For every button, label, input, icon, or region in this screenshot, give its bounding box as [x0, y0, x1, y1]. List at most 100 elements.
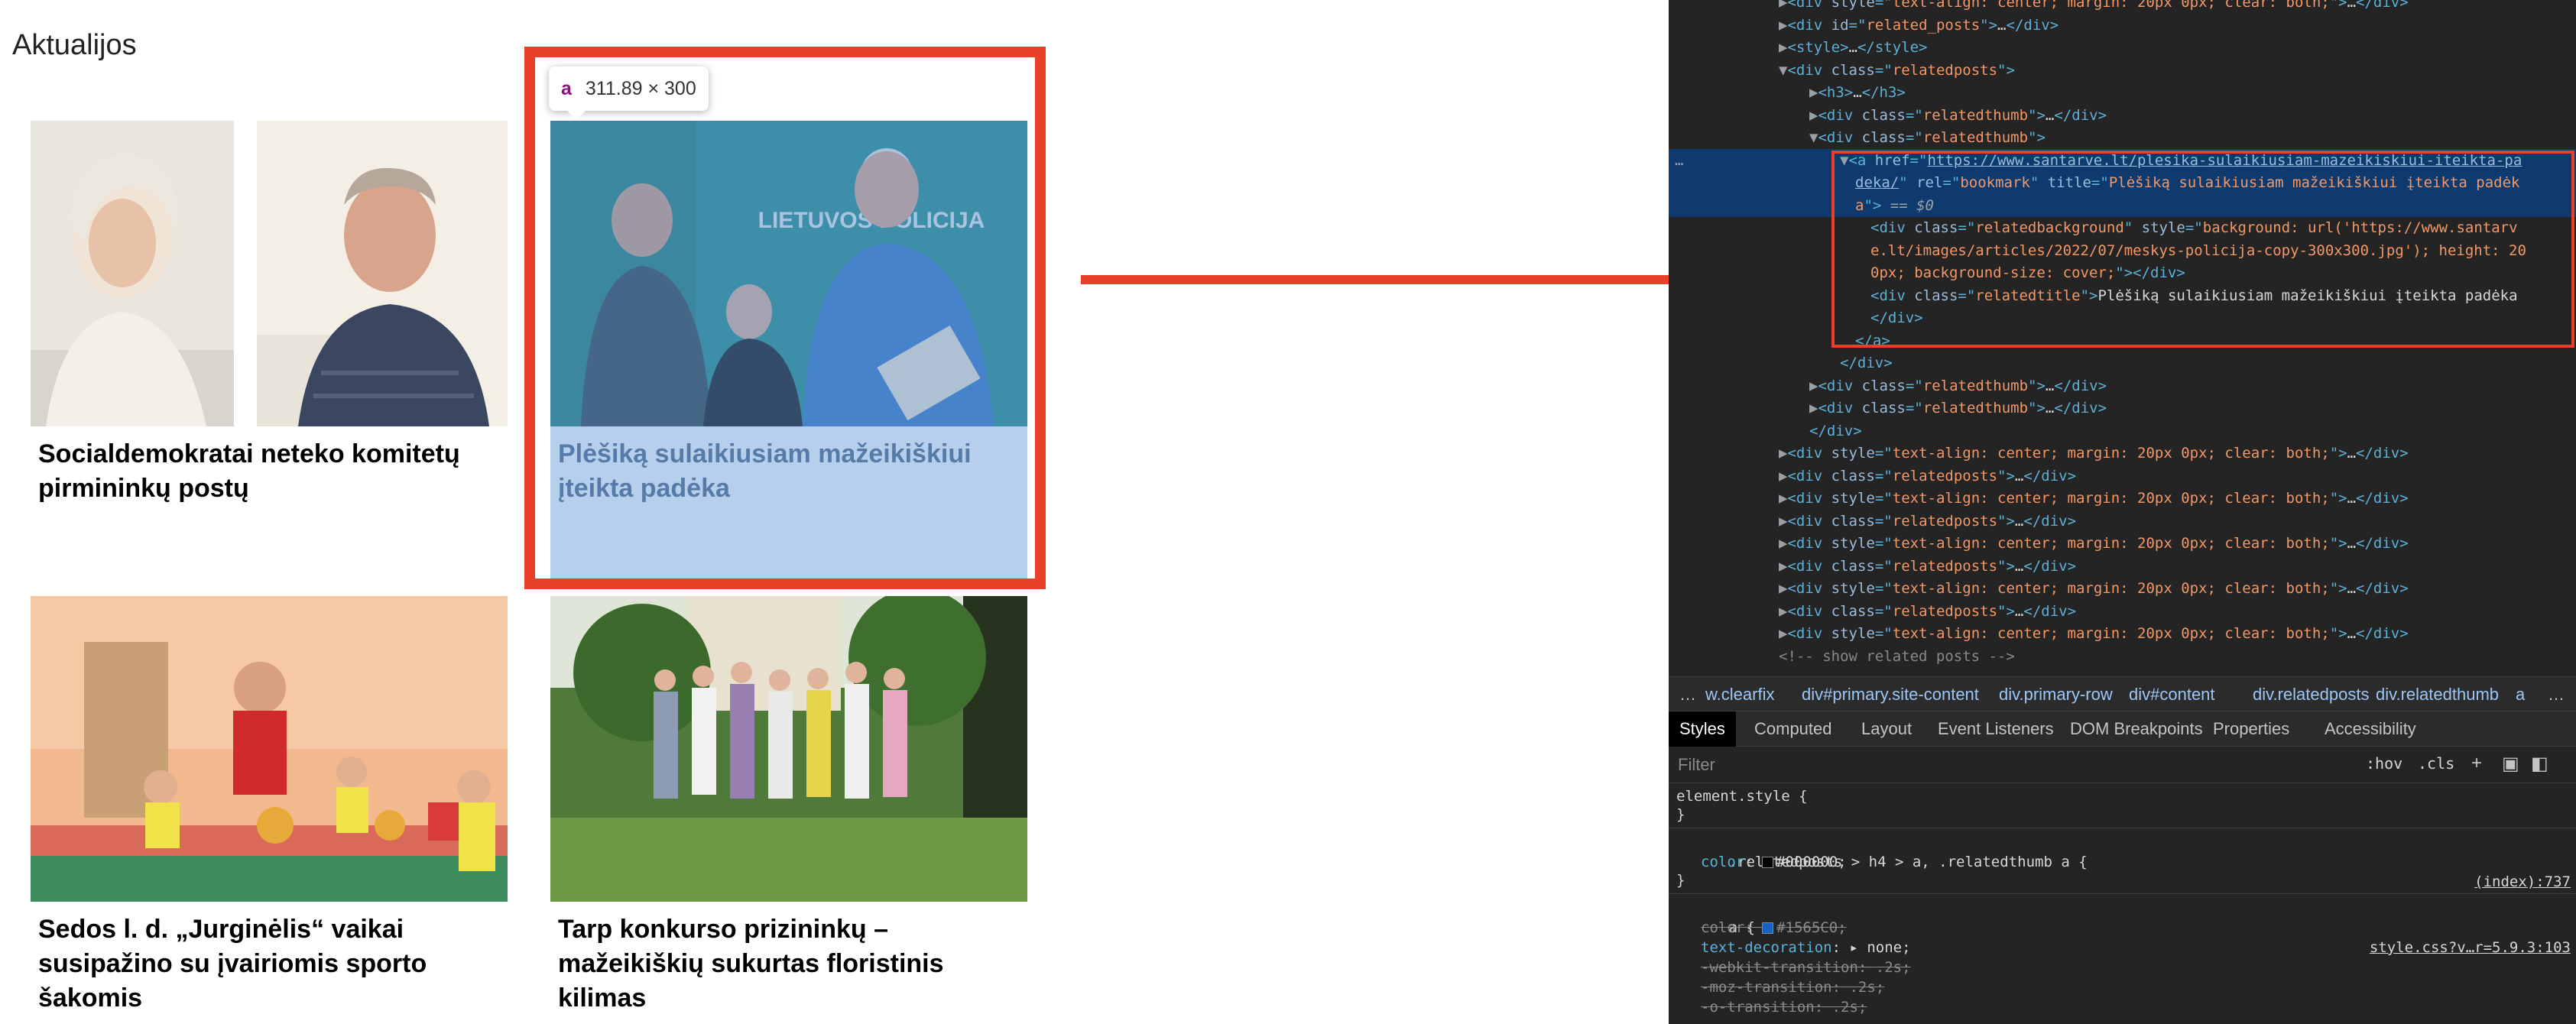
- node-actions-icon[interactable]: …: [1675, 149, 1683, 172]
- dom-node[interactable]: ▶<div class="relatedposts">…</div>: [1669, 555, 2576, 578]
- thumb-title-3[interactable]: Sedos l. d. „Jurginėlis“ vaikai susipaži…: [38, 912, 497, 1016]
- expand-triangle-icon[interactable]: ▶: [1779, 625, 1787, 642]
- tab-styles[interactable]: Styles: [1669, 711, 1736, 747]
- collapse-triangle-icon[interactable]: ▼: [1779, 62, 1787, 79]
- dom-token: =": [1848, 16, 1867, 34]
- expand-triangle-icon[interactable]: ▶: [1779, 558, 1787, 575]
- dom-node[interactable]: ▶<div class="relatedposts">…</div>: [1669, 510, 2576, 533]
- dom-token: ">: [2028, 377, 2046, 394]
- breadcrumb-item[interactable]: w.clearfix: [1705, 677, 1774, 712]
- tab-computed[interactable]: Computed: [1754, 711, 1832, 747]
- expand-triangle-icon[interactable]: ▶: [1779, 468, 1787, 484]
- collapse-triangle-icon[interactable]: ▼: [1809, 129, 1818, 146]
- rule2-moz-decl[interactable]: -moz-transition: .2s;: [1701, 977, 1884, 997]
- thumb-image-4[interactable]: [550, 596, 1027, 902]
- dom-token: =": [1874, 490, 1893, 507]
- expand-triangle-icon[interactable]: ▶: [1779, 445, 1787, 462]
- dom-node[interactable]: <!-- show related posts -->: [1669, 645, 2576, 668]
- add-rule-icon[interactable]: +: [2471, 753, 2482, 774]
- expand-triangle-icon[interactable]: ▶: [1779, 580, 1787, 597]
- rule1-source-link[interactable]: (index):737: [2474, 872, 2571, 892]
- expand-triangle-icon[interactable]: ▶: [1809, 107, 1818, 124]
- thumb-image-3[interactable]: [31, 596, 508, 902]
- element-style-rule[interactable]: element.style {: [1676, 786, 1808, 806]
- tab-properties[interactable]: Properties: [2213, 711, 2289, 747]
- expand-triangle-icon[interactable]: ▶: [1809, 400, 1818, 416]
- tab-event-listeners[interactable]: Event Listeners: [1938, 711, 2054, 747]
- dom-node[interactable]: ▶<div style="text-align: center; margin:…: [1669, 442, 2576, 465]
- rule2-color-decl[interactable]: color: #1565C0;: [1701, 918, 1847, 938]
- tab-layout[interactable]: Layout: [1861, 711, 1912, 747]
- dom-token: <div: [1787, 602, 1831, 620]
- thumb-image-1[interactable]: [31, 121, 508, 426]
- expand-triangle-icon[interactable]: ▶: [1779, 513, 1787, 530]
- rule1-color-decl[interactable]: color: #000000;: [1701, 852, 1847, 872]
- dom-node[interactable]: ▶<style>…</style>: [1669, 36, 2576, 59]
- dom-token: style: [1831, 445, 1875, 462]
- expand-triangle-icon[interactable]: ▶: [1809, 378, 1818, 394]
- dom-node[interactable]: ▶<div class="relatedthumb">…</div>: [1669, 397, 2576, 420]
- rule2-decoration-decl[interactable]: text-decoration: ▸ none;: [1701, 938, 1911, 958]
- dom-node[interactable]: ▶<div class="relatedthumb">…</div>: [1669, 104, 2576, 127]
- breadcrumb-item[interactable]: a: [2516, 677, 2525, 712]
- rule2-source-link[interactable]: style.css?v…r=5.9.3:103: [2370, 938, 2571, 958]
- class-toggle-button[interactable]: .cls: [2418, 754, 2454, 773]
- dom-node[interactable]: ▶<h3>…</h3>: [1669, 81, 2576, 104]
- expand-triangle-icon[interactable]: ▶: [1809, 84, 1818, 101]
- dom-node[interactable]: ▼<div class="relatedthumb">: [1669, 126, 2576, 149]
- rule2-webkit-decl[interactable]: -webkit-transition: .2s;: [1701, 958, 1911, 977]
- blue-color-swatch[interactable]: [1762, 922, 1774, 934]
- dom-token: ">: [2329, 445, 2347, 462]
- paint-icon[interactable]: ▣: [2502, 753, 2519, 775]
- dom-node[interactable]: </div>: [1669, 352, 2576, 374]
- dom-node[interactable]: ▼<div class="relatedposts">: [1669, 59, 2576, 82]
- thumb-title-1[interactable]: Socialdemokratai neteko komitetų pirmini…: [38, 437, 497, 506]
- breadcrumb-item[interactable]: div#content: [2129, 677, 2215, 712]
- dom-node[interactable]: </div>: [1669, 420, 2576, 442]
- breadcrumb-item[interactable]: …: [1679, 677, 1696, 712]
- expand-triangle-icon[interactable]: ▶: [1779, 17, 1787, 34]
- dom-token: </div>: [2356, 0, 2409, 11]
- breadcrumb-item[interactable]: div.relatedposts: [2253, 677, 2369, 712]
- expand-triangle-icon[interactable]: ▶: [1779, 535, 1787, 552]
- rule2-o-decl[interactable]: -o-transition: .2s;: [1701, 997, 1867, 1017]
- dom-token: text-align: center; margin: 20px 0px; cl…: [1892, 445, 2330, 462]
- thumb-title-4[interactable]: Tarp konkurso prizininkų – mažeikiškių s…: [558, 912, 1017, 1016]
- related-thumb-1[interactable]: Socialdemokratai neteko komitetų pirmini…: [31, 121, 508, 503]
- dom-node[interactable]: ▶<div style="text-align: center; margin:…: [1669, 0, 2576, 14]
- dom-node[interactable]: ▶<div class="relatedposts">…</div>: [1669, 465, 2576, 488]
- dom-token: …: [2347, 580, 2357, 597]
- dom-token: ">: [2329, 580, 2347, 597]
- expand-triangle-icon[interactable]: ▶: [1779, 39, 1787, 56]
- breadcrumb-item[interactable]: div#primary.site-content: [1802, 677, 1979, 712]
- filter-input[interactable]: Filter: [1678, 755, 1715, 775]
- sidebar-toggle-icon[interactable]: ◧: [2531, 753, 2548, 775]
- dom-node[interactable]: ▶<div style="text-align: center; margin:…: [1669, 577, 2576, 600]
- related-thumb-4[interactable]: Tarp konkurso prizininkų – mažeikiškių s…: [550, 596, 1027, 1013]
- breadcrumb-item[interactable]: div.relatedthumb: [2376, 677, 2499, 712]
- expand-triangle-icon[interactable]: ▶: [1779, 490, 1787, 507]
- tab-dom-breakpoints[interactable]: DOM Breakpoints: [2070, 711, 2203, 747]
- rule1-selector[interactable]: .relatedposts > h4 > a, .relatedthumb a …: [1676, 832, 2571, 890]
- tab-accessibility[interactable]: Accessibility: [2325, 711, 2416, 747]
- expand-triangle-icon[interactable]: ▶: [1779, 603, 1787, 620]
- dom-token: class: [1831, 467, 1875, 484]
- dom-node[interactable]: ▶<div style="text-align: center; margin:…: [1669, 487, 2576, 510]
- dom-node[interactable]: ▶<div style="text-align: center; margin:…: [1669, 622, 2576, 645]
- related-thumb-3[interactable]: Sedos l. d. „Jurginėlis“ vaikai susipaži…: [31, 596, 508, 1013]
- breadcrumb-item[interactable]: …: [2548, 677, 2565, 712]
- expand-triangle-icon[interactable]: ▶: [1779, 0, 1787, 11]
- dom-token: relatedposts: [1892, 467, 1998, 484]
- hover-state-button[interactable]: :hov: [2366, 754, 2402, 773]
- dom-token: class: [1831, 512, 1875, 530]
- breadcrumb-item[interactable]: div.primary-row: [1999, 677, 2113, 712]
- dom-node[interactable]: ▶<div id="related_posts">…</div>: [1669, 14, 2576, 37]
- dom-token: </div>: [2023, 602, 2077, 620]
- black-color-swatch[interactable]: [1762, 857, 1774, 868]
- rule2-selector[interactable]: a { style.css?v…r=5.9.3:103: [1676, 898, 2571, 956]
- dom-node[interactable]: ▶<div class="relatedthumb">…</div>: [1669, 374, 2576, 397]
- dom-token: …: [2045, 400, 2055, 416]
- dom-node[interactable]: ▶<div style="text-align: center; margin:…: [1669, 532, 2576, 555]
- dom-node[interactable]: ▶<div class="relatedposts">…</div>: [1669, 600, 2576, 623]
- dom-token: ">: [2028, 400, 2046, 416]
